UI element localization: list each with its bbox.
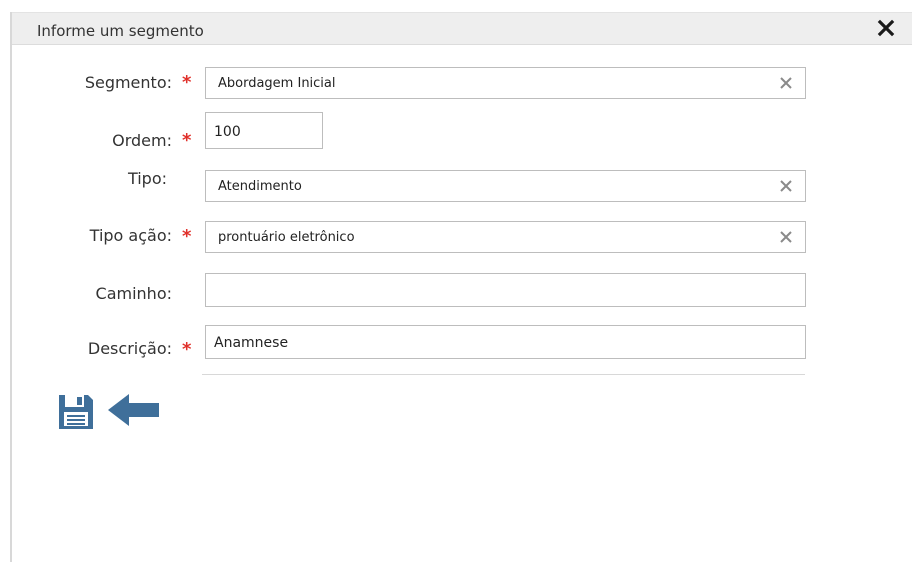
tipo-value: Atendimento [218,179,302,194]
tipo-acao-label: Tipo ação: [89,226,172,245]
close-icon[interactable] [875,16,897,40]
tipo-acao-required-mark: * [182,226,192,247]
tipo-acao-select[interactable]: prontuário eletrônico [205,221,806,253]
ordem-field [205,112,323,149]
ordem-required-mark: * [182,130,192,151]
dialog-title: Informe um segmento [37,22,204,40]
floppy-disk-icon[interactable] [56,392,96,432]
clear-icon[interactable] [777,176,795,196]
tipo-select[interactable]: Atendimento [205,170,806,202]
tipo-acao-value: prontuário eletrônico [218,230,355,245]
descricao-input[interactable] [214,328,794,358]
clear-icon[interactable] [777,227,795,247]
dialog-titlebar: Informe um segmento [12,12,912,45]
tipo-label: Tipo: [127,169,167,188]
ordem-label: Ordem: [112,131,172,150]
clear-icon[interactable] [777,73,795,93]
segmento-required-mark: * [182,72,192,93]
segmento-value: Abordagem Inicial [218,76,336,91]
descricao-label: Descrição: [87,339,172,358]
form-divider [202,374,805,375]
caminho-field [205,273,806,307]
descricao-required-mark: * [182,339,192,360]
arrow-left-icon[interactable] [105,390,161,430]
segment-dialog: Informe um segmento Segmento: * Abordage… [10,12,912,562]
descricao-field [205,325,806,359]
caminho-input[interactable] [214,275,794,305]
ordem-input[interactable] [214,117,314,147]
segmento-select[interactable]: Abordagem Inicial [205,67,806,99]
segmento-label: Segmento: [84,73,172,92]
caminho-label: Caminho: [95,284,172,303]
